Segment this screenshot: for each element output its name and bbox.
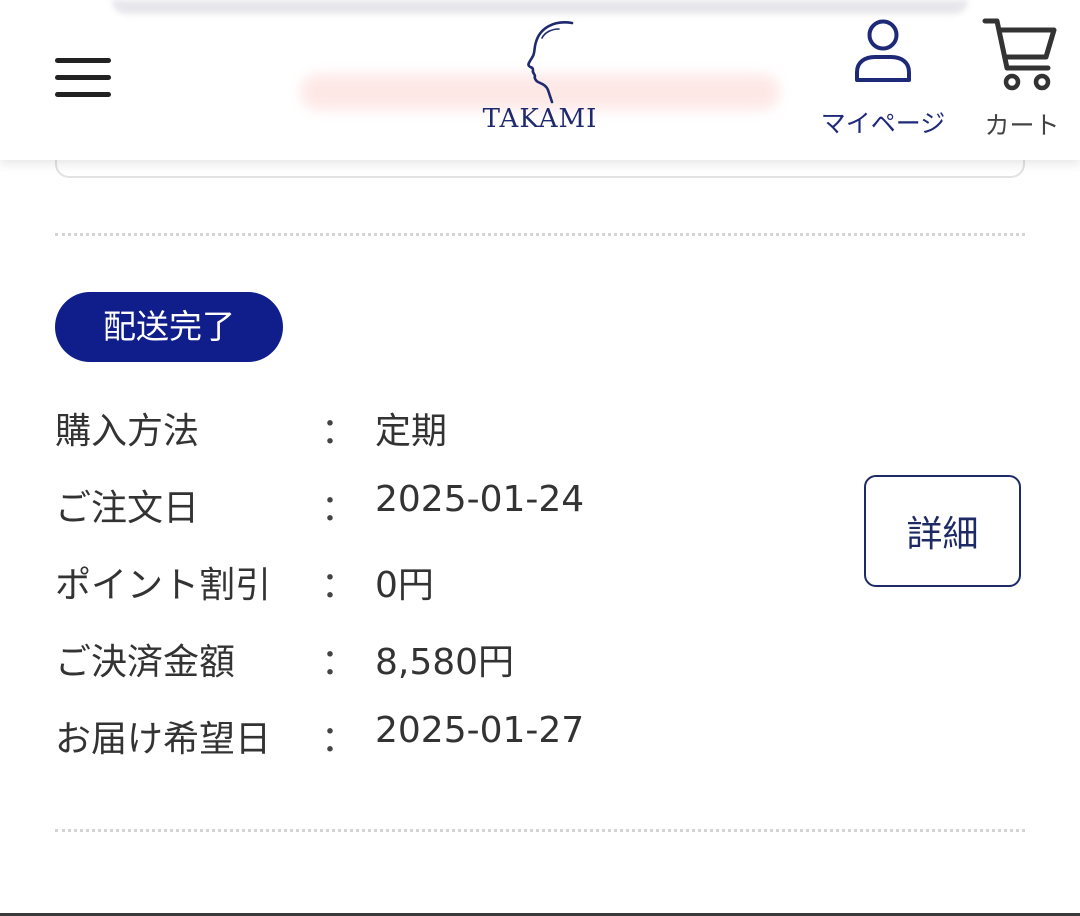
menu-bar bbox=[55, 58, 111, 63]
blurred-banner-edge bbox=[112, 0, 968, 14]
hamburger-menu-icon[interactable] bbox=[55, 58, 111, 98]
face-profile-icon bbox=[527, 21, 574, 104]
menu-bar bbox=[55, 75, 111, 80]
detail-button[interactable]: 詳細 bbox=[864, 475, 1021, 587]
site-header: TAKAMI マイページ カート bbox=[0, 0, 1080, 160]
info-row-purchase-method: 購入方法 ： 定期 bbox=[55, 392, 775, 469]
info-value: 0円 bbox=[375, 565, 434, 606]
info-label: ご注文日 bbox=[55, 488, 200, 529]
info-row-point-discount: ポイント割引 ： 0円 bbox=[55, 546, 775, 623]
info-label: 購入方法 bbox=[55, 411, 200, 452]
info-separator: ： bbox=[321, 411, 358, 452]
status-badge: 配送完了 bbox=[55, 292, 283, 362]
info-separator: ： bbox=[321, 488, 358, 529]
info-value: 8,580円 bbox=[375, 642, 515, 683]
mypage-button[interactable]: マイページ bbox=[818, 16, 948, 146]
info-label: ご決済金額 bbox=[55, 642, 236, 683]
info-row-payment-amount: ご決済金額 ： 8,580円 bbox=[55, 623, 775, 700]
info-separator: ： bbox=[321, 565, 358, 606]
info-separator: ： bbox=[321, 642, 358, 683]
info-value: 2025-01-24 bbox=[375, 479, 585, 520]
info-value: 定期 bbox=[375, 411, 448, 452]
info-label: お届け希望日 bbox=[55, 719, 272, 760]
mypage-label: マイページ bbox=[820, 109, 946, 138]
takami-logo[interactable]: TAKAMI bbox=[480, 18, 600, 138]
dotted-divider bbox=[55, 829, 1025, 832]
cart-icon bbox=[982, 18, 1057, 91]
menu-bar bbox=[55, 92, 111, 97]
info-label: ポイント割引 bbox=[55, 565, 272, 606]
dotted-divider bbox=[55, 233, 1025, 236]
info-row-delivery-date: お届け希望日 ： 2025-01-27 bbox=[55, 700, 775, 777]
order-info-list: 購入方法 ： 定期 ご注文日 ： 2025-01-24 ポイント割引 ： 0円 … bbox=[55, 392, 775, 777]
info-separator: ： bbox=[321, 719, 358, 760]
logo-text: TAKAMI bbox=[482, 104, 598, 134]
cart-label: カート bbox=[984, 111, 1060, 140]
info-value: 2025-01-27 bbox=[375, 710, 585, 751]
info-row-order-date: ご注文日 ： 2025-01-24 bbox=[55, 469, 775, 546]
cart-button[interactable]: カート bbox=[980, 16, 1064, 146]
user-icon bbox=[855, 19, 911, 82]
